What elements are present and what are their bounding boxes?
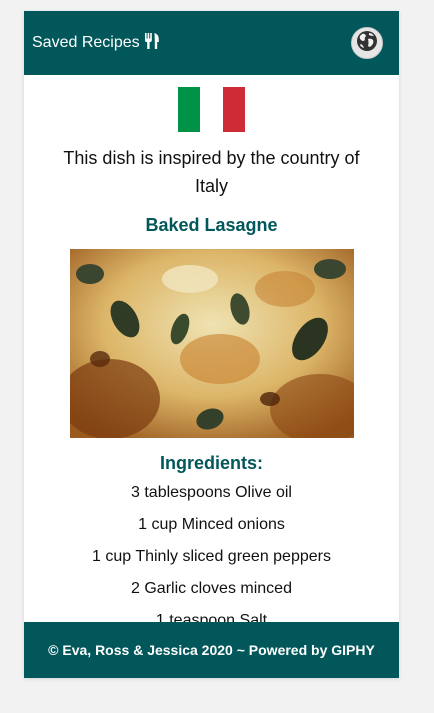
ingredients-heading: Ingredients: [159,453,263,473]
flag-stripe-white [200,87,223,132]
recipe-title: Baked Lasagne [145,215,278,235]
recipe-content: This dish is inspired by the country of … [24,75,399,622]
ingredient-item: 3 tablespoons Olive oil [131,484,292,501]
globe-button[interactable] [351,27,383,59]
footer: © Eva, Ross & Jessica 2020 ~ Powered by … [24,622,399,678]
saved-recipes-link[interactable]: Saved Recipes [32,32,160,55]
flag-stripe-red [222,87,245,132]
ingredient-item: 2 Garlic cloves minced [131,580,292,597]
app-card: Saved Recipes This dish is inspired by t… [24,11,399,678]
footer-text: © Eva, Ross & Jessica 2020 ~ Powered by … [48,642,375,658]
ingredient-item: 1 cup Minced onions [138,516,285,533]
ingredient-item: 1 teaspoon Salt [155,612,268,622]
country-inspiration-text: This dish is inspired by the country of … [63,148,360,196]
flag-stripe-green [178,87,201,132]
navbar: Saved Recipes [24,11,399,75]
globe-icon [356,30,378,57]
ingredient-item: 1 cup Thinly sliced green peppers [92,548,331,565]
recipe-photo [69,249,354,438]
utensils-icon [144,32,160,55]
ingredients-list: 3 tablespoons Olive oil 1 cup Minced oni… [24,483,399,622]
brand-label: Saved Recipes [32,34,140,51]
italy-flag [178,87,245,132]
